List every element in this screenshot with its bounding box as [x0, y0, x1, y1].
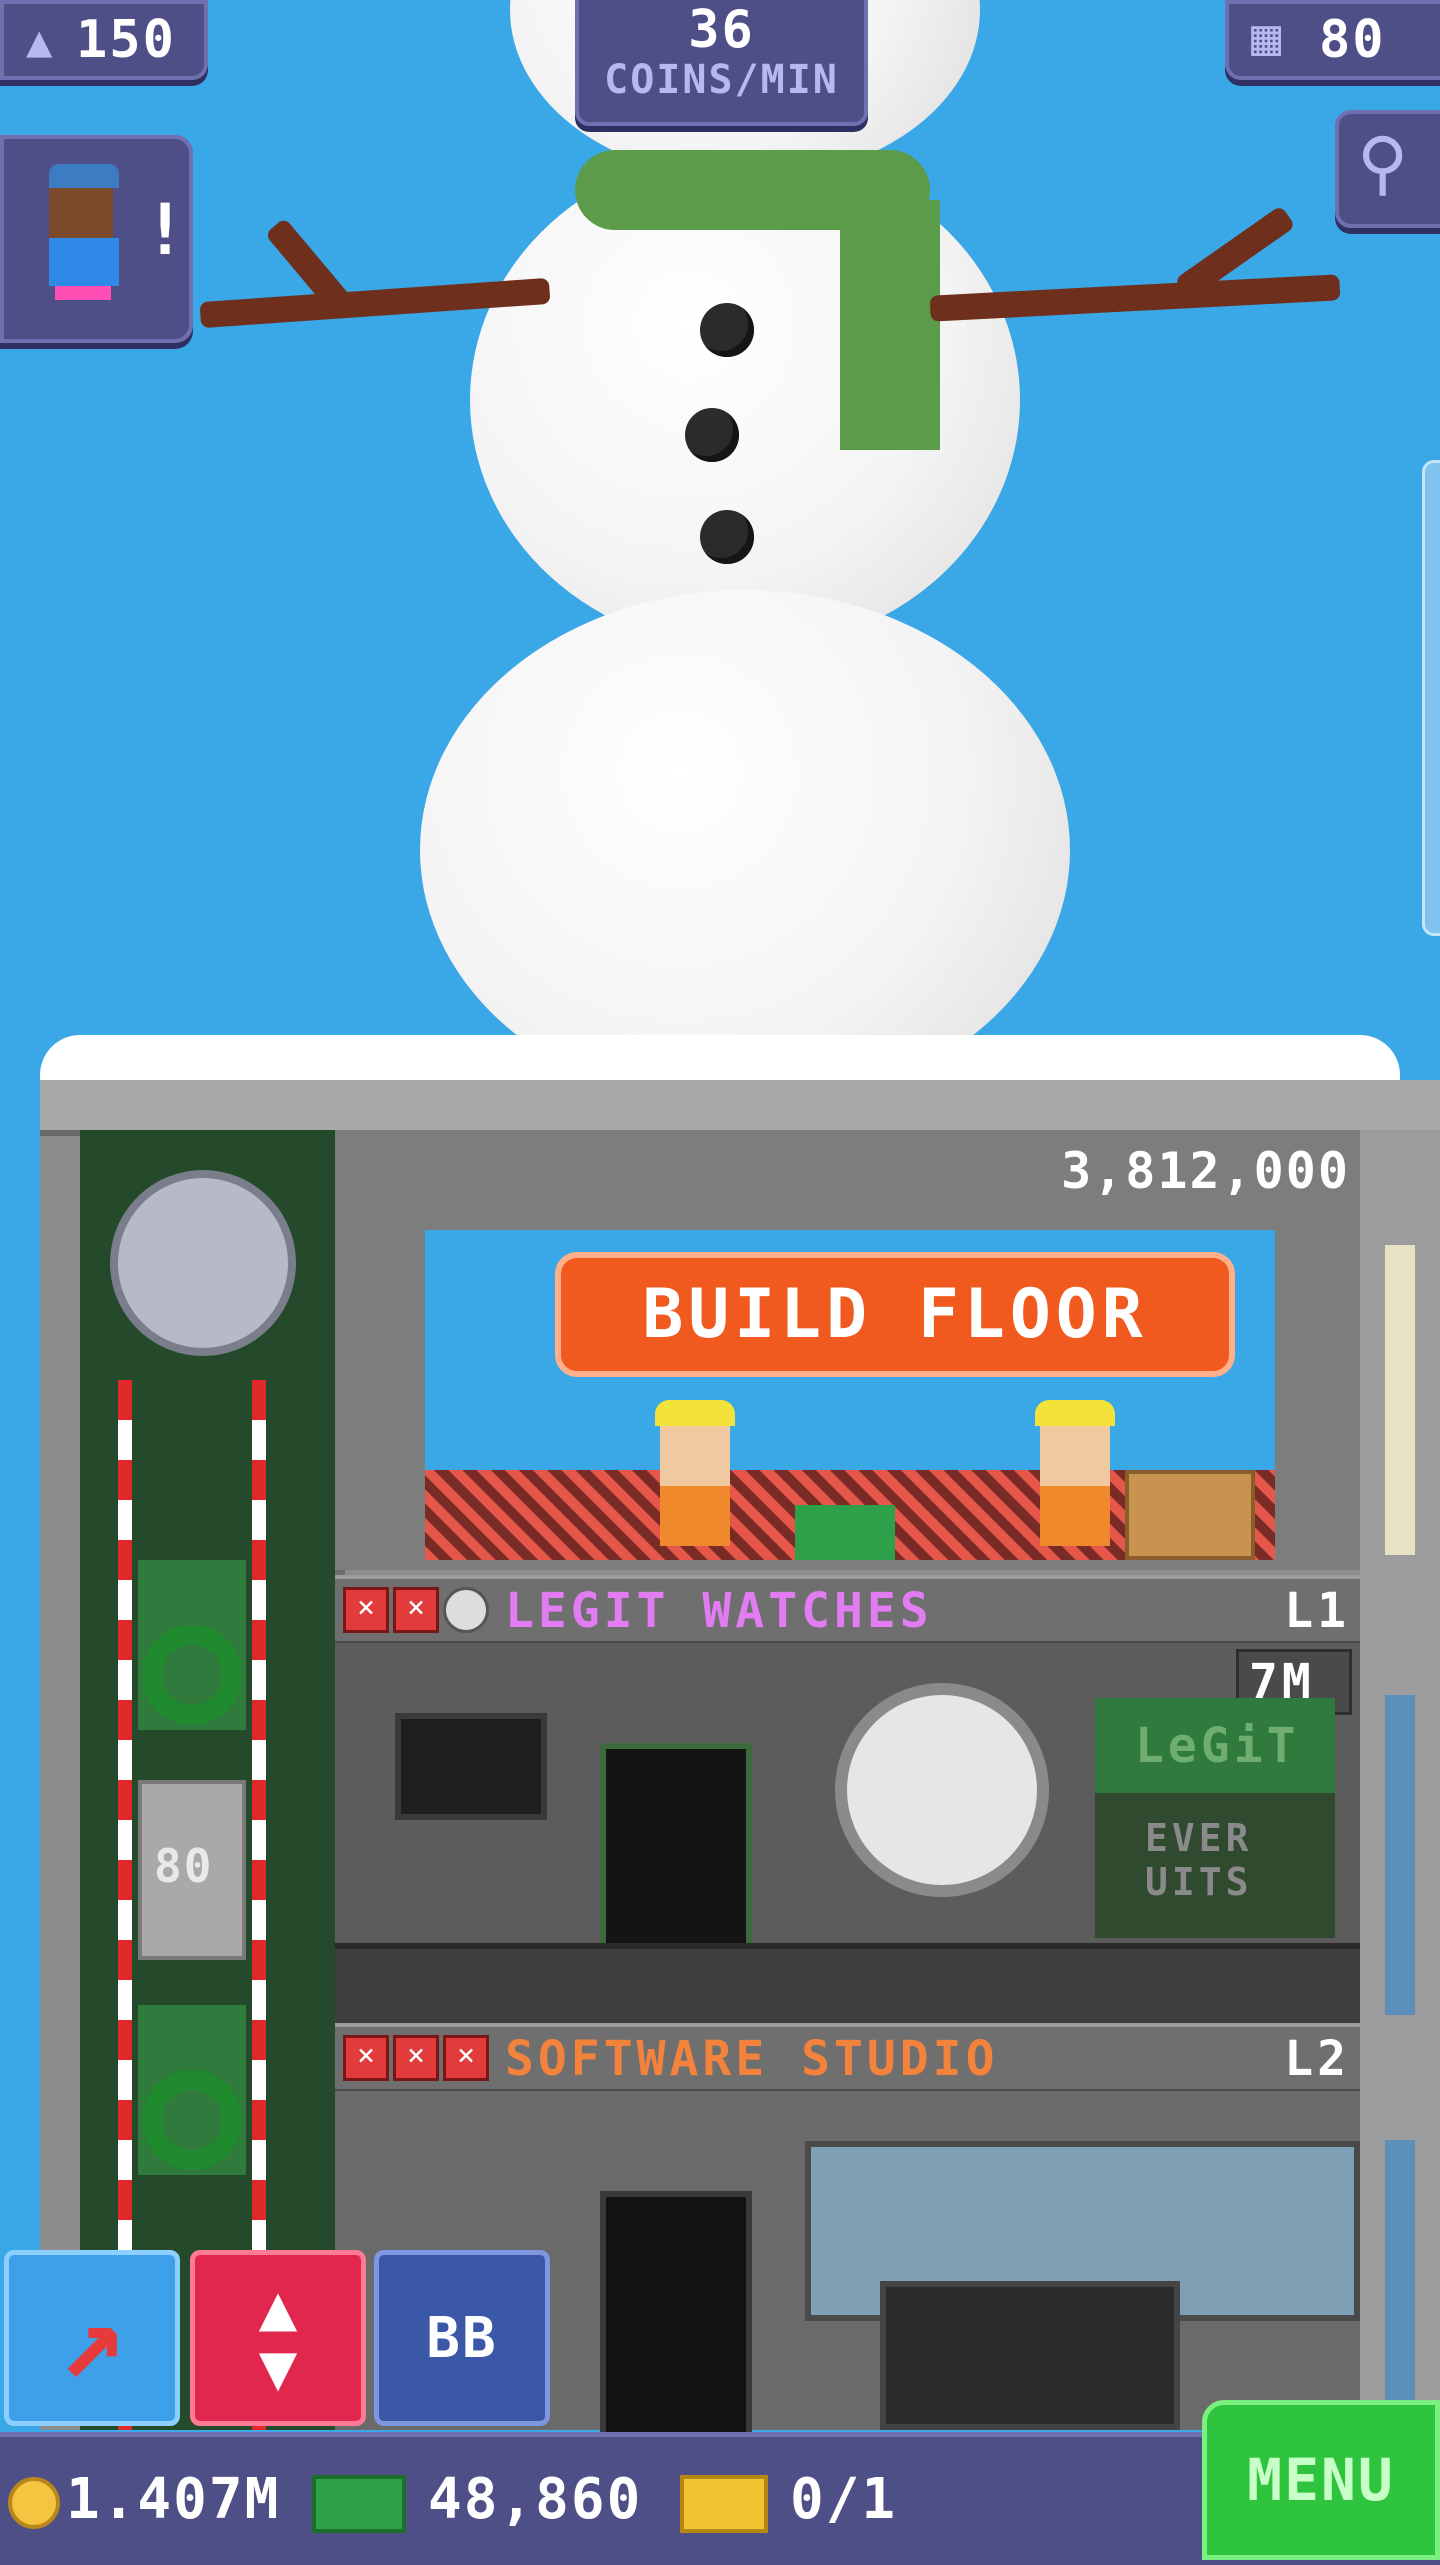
floor-header-legit-watches[interactable]: × × LEGIT WATCHES L1 — [335, 1575, 1360, 1645]
floors-value: 80 — [1319, 10, 1386, 70]
stock-empty-icon: × — [393, 2035, 439, 2081]
population-counter[interactable]: ▲ 150 — [0, 0, 208, 80]
snowman-button — [685, 408, 739, 462]
menu-button[interactable]: MENU — [1202, 2400, 1440, 2560]
visitor-button[interactable]: ! — [0, 135, 193, 343]
elevator-car[interactable]: 80 — [138, 1780, 246, 1960]
person-icon: ▲ — [26, 16, 53, 67]
coins-per-min-label: COINS/MIN — [604, 57, 839, 103]
wreath-decoration — [142, 1625, 242, 1725]
floor-level: L2 — [1284, 2031, 1350, 2087]
bux-value: 48,860 — [428, 2467, 643, 2532]
tower-roof — [40, 1080, 1440, 1136]
build-floor-button[interactable]: BUILD FLOOR — [555, 1252, 1235, 1377]
tickets-value: 0/1 — [790, 2467, 898, 2532]
stock-empty-icon: × — [343, 2035, 389, 2081]
worker-sprite — [655, 1400, 735, 1555]
right-window — [1385, 1695, 1415, 2015]
magnifier-icon: ⚲ — [1357, 122, 1409, 204]
side-scroll-tab[interactable] — [1422, 460, 1440, 936]
coins-per-min-panel: 36 COINS/MIN — [575, 0, 868, 126]
floor-name: SOFTWARE STUDIO — [505, 2031, 999, 2087]
bux-icon — [312, 2475, 406, 2533]
floor-room-legit-watches[interactable]: 7M LeGiT EVER UITS — [335, 1643, 1360, 2030]
building-icon: ▦ — [1251, 8, 1282, 66]
bb-label: BB — [426, 2305, 498, 2371]
display-counter — [335, 1943, 1360, 2024]
tv-screen — [395, 1713, 547, 1820]
stock-empty-icon: × — [443, 2035, 489, 2081]
ticket-icon — [680, 2475, 768, 2533]
build-floor-area: 3,812,000 BUILD FLOOR — [335, 1130, 1360, 1570]
snowman-button — [700, 510, 754, 564]
right-window — [1385, 2140, 1415, 2440]
restocking-clock-icon — [443, 1587, 489, 1633]
build-floor-label: BUILD FLOOR — [642, 1275, 1148, 1354]
elevator-button[interactable]: ▲ ▼ — [190, 2250, 366, 2426]
menu-label: MENU — [1247, 2446, 1395, 2514]
updown-icon: ▲ ▼ — [258, 2271, 298, 2405]
alert-icon: ! — [144, 189, 189, 271]
floor-name: LEGIT WATCHES — [505, 1583, 933, 1639]
stock-empty-icon: × — [343, 1587, 389, 1633]
elevator-floor-label: 80 — [154, 1839, 214, 1893]
legit-sign-sub: EVER UITS — [1145, 1816, 1253, 1904]
elevator-motor — [110, 1170, 296, 1356]
move-tool-button[interactable]: ↗ — [4, 2250, 180, 2426]
scarf-tail — [840, 200, 940, 450]
floors-counter[interactable]: ▦ 80 — [1225, 0, 1440, 80]
bitbook-button[interactable]: BB — [374, 2250, 550, 2426]
floor-level: L1 — [1284, 1583, 1350, 1639]
stock-empty-icon: × — [393, 1587, 439, 1633]
population-value: 150 — [76, 10, 176, 70]
legit-sign: LeGiT EVER UITS — [1095, 1698, 1335, 1938]
snowman-button — [700, 303, 754, 357]
toolbox — [795, 1505, 895, 1560]
build-floor-cost: 3,812,000 — [1061, 1142, 1350, 1200]
visitor-avatar — [49, 164, 129, 304]
crate — [1125, 1470, 1255, 1560]
tower: 80 3,812,000 BUILD FLOOR × × LEGIT WATCH… — [40, 1080, 1440, 2443]
doorway — [600, 2191, 752, 2443]
coins-value: 1.407M — [66, 2467, 281, 2532]
computer-desk — [880, 2281, 1180, 2430]
coin-icon — [8, 2477, 60, 2529]
legit-sign-text: LeGiT — [1135, 1718, 1300, 1774]
worker-sprite — [1035, 1400, 1115, 1555]
right-window — [1385, 1245, 1415, 1555]
coins-per-min-value: 36 — [688, 0, 755, 60]
wreath-decoration — [142, 2070, 242, 2170]
snowman-base — [420, 590, 1070, 1110]
arrow-icon: ↗ — [58, 2274, 126, 2402]
floor-header-software-studio[interactable]: × × × SOFTWARE STUDIO L2 — [335, 2023, 1360, 2093]
zoom-button[interactable]: ⚲ — [1335, 110, 1440, 228]
wall-clock — [835, 1683, 1049, 1897]
